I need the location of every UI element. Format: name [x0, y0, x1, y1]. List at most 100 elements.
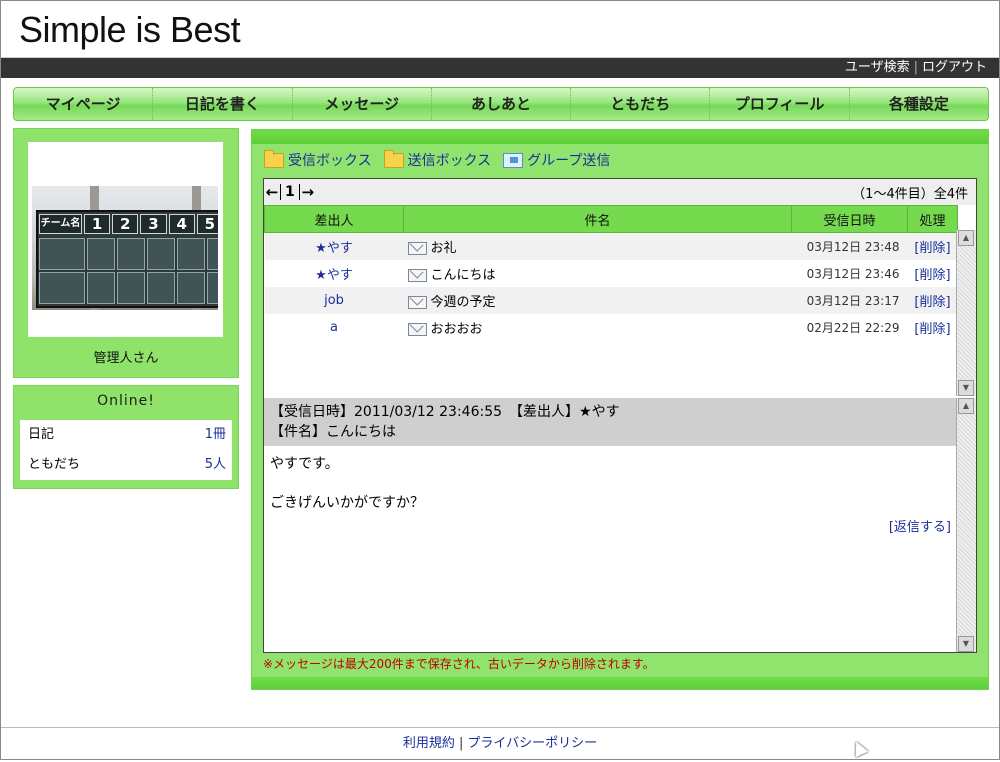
nav-item-write-diary[interactable]: 日記を書く	[153, 88, 293, 120]
date-cell: 03月12日 23:46	[791, 260, 908, 287]
terms-link[interactable]: 利用規約	[403, 736, 455, 751]
folder-icon	[383, 149, 404, 168]
tab-group-send[interactable]: グループ送信	[503, 150, 610, 170]
column-header-action: 処理	[907, 205, 958, 233]
column-header-date: 受信日時	[791, 205, 908, 233]
pager: ← 1 →	[264, 183, 316, 201]
subject-text[interactable]: お礼	[431, 241, 457, 256]
detail-header: 【受信日時】2011/03/12 23:46:55 【差出人】★やす 【件名】こ…	[264, 398, 957, 446]
date-cell: 03月12日 23:17	[791, 287, 908, 314]
scroll-down-icon[interactable]: ▼	[958, 380, 974, 396]
sender-link[interactable]: a	[264, 314, 404, 341]
prev-arrow-icon[interactable]: ←	[264, 183, 280, 201]
reply-link[interactable]: [返信する]	[889, 516, 951, 535]
delete-link[interactable]: [削除]	[907, 314, 958, 341]
profile-box: チーム名 1 2 3 4 5 管理人さん	[13, 128, 239, 378]
subject-cell[interactable]: 今週の予定	[403, 287, 792, 314]
message-table: 差出人 件名 受信日時 処理 ★やす お礼 03月12日 23:48 [削除] …	[264, 205, 958, 341]
nav-item-settings[interactable]: 各種設定	[850, 88, 988, 120]
scroll-up-icon[interactable]: ▲	[958, 398, 974, 414]
delete-link[interactable]: [削除]	[907, 287, 958, 314]
date-cell: 02月22日 22:29	[791, 314, 908, 341]
nav-item-friends[interactable]: ともだち	[571, 88, 711, 120]
table-header-row: 差出人 件名 受信日時 処理	[264, 205, 958, 233]
next-arrow-icon[interactable]: →	[300, 183, 316, 201]
scroll-track[interactable]	[957, 414, 976, 636]
list-scrollbar[interactable]: ▲ ▼	[956, 230, 976, 396]
nav-item-profile[interactable]: プロフィール	[710, 88, 850, 120]
scroll-down-icon[interactable]: ▼	[958, 636, 974, 652]
detail-body: やすです。 ごきげんいかがですか？	[264, 446, 957, 521]
message-panel: 受信ボックス 送信ボックス グループ送信 ← 1 → （1～4件目）全4件 差出…	[251, 129, 989, 690]
subject-text[interactable]: 今週の予定	[431, 295, 496, 310]
tab-outbox-label: 送信ボックス	[407, 153, 492, 169]
online-count[interactable]: 5人	[205, 450, 226, 480]
site-title[interactable]: Simple is Best	[19, 9, 241, 51]
message-detail: 【受信日時】2011/03/12 23:46:55 【差出人】★やす 【件名】こ…	[264, 398, 957, 652]
scoreboard-col: 5	[196, 214, 218, 234]
tab-inbox[interactable]: 受信ボックス	[264, 149, 372, 170]
scoreboard-team-label: チーム名	[39, 214, 82, 234]
subject-cell[interactable]: お礼	[403, 232, 792, 260]
message-list-panel: ← 1 → （1～4件目）全4件 差出人 件名 受信日時 処理 ★やす お礼 0…	[263, 178, 977, 653]
online-row-friends: ともだち 5人	[20, 450, 232, 480]
scoreboard-cells	[38, 238, 218, 304]
scoreboard-col: 4	[168, 214, 195, 234]
topbar-separator: |	[913, 60, 918, 75]
subject-text[interactable]: こんにちは	[431, 268, 496, 283]
main-nav: マイページ 日記を書く メッセージ あしあと ともだち プロフィール 各種設定	[13, 87, 989, 121]
box-tabs: 受信ボックス 送信ボックス グループ送信	[264, 149, 610, 170]
scroll-up-icon[interactable]: ▲	[958, 230, 974, 246]
table-row[interactable]: ★やす こんにちは 03月12日 23:46 [削除]	[264, 260, 958, 287]
scoreboard-col: 1	[83, 214, 111, 234]
pager-row: ← 1 → （1～4件目）全4件	[264, 179, 976, 205]
scoreboard-image: チーム名 1 2 3 4 5	[32, 186, 218, 310]
date-cell: 03月12日 23:48	[791, 232, 908, 260]
profile-name: 管理人さん	[93, 351, 159, 366]
envelope-icon	[407, 296, 427, 309]
online-box: Online! 日記 1冊 ともだち 5人	[13, 385, 239, 489]
column-header-subject: 件名	[403, 205, 792, 233]
sender-link[interactable]: ★やす	[264, 260, 404, 287]
online-row-diary: 日記 1冊	[20, 420, 232, 450]
online-count[interactable]: 1冊	[205, 420, 226, 450]
scoreboard-col: 3	[140, 214, 167, 234]
table-row[interactable]: a おおおお 02月22日 22:29 [削除]	[264, 314, 958, 341]
privacy-link[interactable]: プライバシーポリシー	[467, 736, 597, 751]
tab-outbox[interactable]: 送信ボックス	[383, 149, 492, 170]
site-header: Simple is Best	[1, 1, 999, 58]
sender-link[interactable]: job	[264, 287, 404, 314]
panel-top-strip	[252, 130, 988, 144]
delete-link[interactable]: [削除]	[907, 232, 958, 260]
tab-group-send-label: グループ送信	[527, 153, 611, 169]
top-bar: ユーザ検索 | ログアウト	[1, 58, 999, 78]
count-info: （1～4件目）全4件	[852, 186, 968, 202]
sender-link[interactable]: ★やす	[264, 232, 404, 260]
tab-inbox-label: 受信ボックス	[288, 153, 372, 169]
nav-item-message[interactable]: メッセージ	[293, 88, 432, 120]
scoreboard-col: 2	[112, 214, 139, 234]
table-row[interactable]: ★やす お礼 03月12日 23:48 [削除]	[264, 232, 958, 260]
profile-photo[interactable]: チーム名 1 2 3 4 5	[28, 142, 223, 337]
storage-notice: ※メッセージは最大200件まで保存され、古いデータから削除されます。	[263, 657, 655, 671]
envelope-icon	[407, 242, 427, 255]
scoreboard: チーム名 1 2 3 4 5	[36, 210, 218, 308]
subject-cell[interactable]: おおおお	[403, 314, 792, 341]
nav-item-mypage[interactable]: マイページ	[14, 88, 154, 120]
subject-text[interactable]: おおおお	[431, 322, 483, 337]
online-title: Online!	[97, 393, 155, 409]
user-search-link[interactable]: ユーザ検索	[845, 60, 910, 75]
detail-subject: 【件名】こんにちは	[270, 424, 396, 440]
panel-bottom-strip	[252, 677, 988, 689]
subject-cell[interactable]: こんにちは	[403, 260, 792, 287]
logout-link[interactable]: ログアウト	[922, 60, 987, 75]
page-number[interactable]: 1	[280, 184, 300, 200]
scroll-track[interactable]	[957, 246, 976, 380]
delete-link[interactable]: [削除]	[907, 260, 958, 287]
nav-item-footprints[interactable]: あしあと	[432, 88, 572, 120]
online-list: 日記 1冊 ともだち 5人	[20, 420, 232, 480]
group-send-icon	[503, 152, 524, 168]
detail-body-line: やすです。	[270, 456, 339, 472]
table-row[interactable]: job 今週の予定 03月12日 23:17 [削除]	[264, 287, 958, 314]
detail-scrollbar[interactable]: ▲ ▼	[956, 398, 976, 652]
